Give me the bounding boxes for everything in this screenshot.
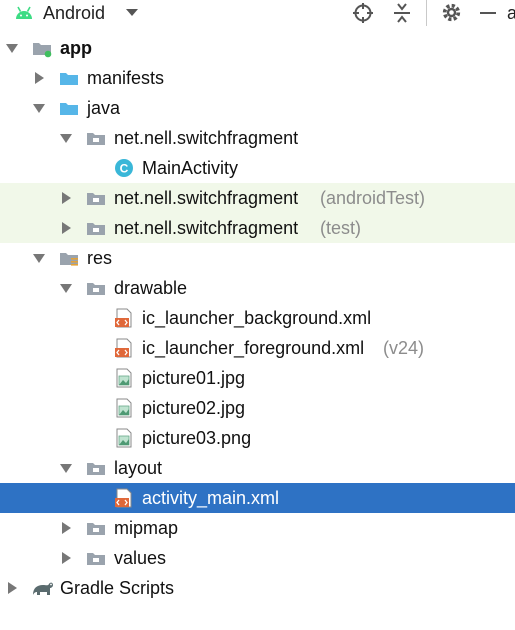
tree-item-label: net.nell.switchfragment — [114, 128, 299, 148]
chevron-down-icon[interactable] — [126, 8, 138, 17]
chevron-down-icon[interactable] — [6, 42, 18, 54]
toolbar-divider — [426, 0, 427, 26]
package-icon — [87, 133, 105, 145]
tree-item-label: MainActivity — [142, 158, 239, 178]
chevron-down-icon[interactable] — [60, 132, 72, 144]
tree-item-package-test[interactable]: net.nell.switchfragment (test) — [0, 213, 515, 243]
chevron-down-icon[interactable] — [33, 102, 45, 114]
android-icon — [16, 6, 32, 19]
tree-item-label: ic_launcher_foreground.xml — [142, 338, 365, 358]
tree-item-package[interactable]: net.nell.switchfragment — [0, 123, 515, 153]
package-icon — [87, 523, 105, 535]
tree-item-label: picture03.png — [142, 428, 252, 448]
tree-item-label: activity_main.xml — [142, 488, 280, 508]
chevron-right-icon[interactable] — [60, 192, 72, 204]
image-file-icon — [116, 428, 132, 448]
gear-icon[interactable] — [441, 2, 462, 23]
chevron-down-icon[interactable] — [60, 462, 72, 474]
view-selector-label[interactable]: Android — [43, 3, 105, 23]
tree-item-values[interactable]: values — [0, 543, 515, 573]
tree-item-label: picture01.jpg — [142, 368, 246, 388]
tree-item-res[interactable]: res — [0, 243, 515, 273]
tree-item-picture01[interactable]: picture01.jpg — [0, 363, 515, 393]
collapse-all-icon[interactable] — [392, 3, 412, 23]
svg-text:C: C — [120, 162, 129, 176]
chevron-right-icon[interactable] — [60, 552, 72, 564]
tree-item-label: mipmap — [114, 518, 179, 538]
chevron-down-icon[interactable] — [60, 282, 72, 294]
module-folder-icon — [33, 43, 52, 58]
tree-item-suffix: (androidTest) — [320, 188, 426, 208]
xml-file-icon — [115, 308, 132, 328]
tree-item-label: picture02.jpg — [142, 398, 246, 418]
package-icon — [87, 553, 105, 565]
tree-item-package-androidtest[interactable]: net.nell.switchfragment (androidTest) — [0, 183, 515, 213]
tree-item-drawable[interactable]: drawable — [0, 273, 515, 303]
tree-item-suffix: (test) — [320, 218, 362, 238]
tree-item-picture03[interactable]: picture03.png — [0, 423, 515, 453]
package-icon — [87, 463, 105, 475]
package-icon — [87, 283, 105, 295]
xml-file-icon — [115, 488, 132, 508]
folder-icon — [60, 103, 78, 115]
gradle-icon — [33, 582, 53, 595]
tree-item-app[interactable]: app — [0, 33, 515, 63]
tree-item-label: app — [60, 38, 93, 58]
tree-item-manifests[interactable]: manifests — [0, 63, 515, 93]
chevron-right-icon[interactable] — [60, 222, 72, 234]
tree-item-label: net.nell.switchfragment — [114, 218, 299, 238]
tree-item-activity-main[interactable]: activity_main.xml — [0, 483, 515, 513]
tree-item-mainactivity[interactable]: C MainActivity — [0, 153, 515, 183]
folder-icon — [60, 73, 78, 85]
tree-item-label: net.nell.switchfragment — [114, 188, 299, 208]
image-file-icon — [116, 398, 132, 418]
tree-item-label: drawable — [114, 278, 188, 298]
tree-item-label: Gradle Scripts — [60, 578, 175, 598]
chevron-right-icon[interactable] — [6, 582, 18, 594]
package-icon — [87, 193, 105, 205]
chevron-right-icon[interactable] — [33, 72, 45, 84]
resource-folder-icon — [60, 253, 78, 266]
project-toolbar: Android a — [0, 0, 515, 27]
tree-item-label: layout — [114, 458, 163, 478]
tree-item-label: java — [87, 98, 121, 118]
truncated-text: a — [507, 3, 515, 23]
tree-item-java[interactable]: java — [0, 93, 515, 123]
minimize-icon[interactable] — [480, 12, 496, 14]
tree-item-picture02[interactable]: picture02.jpg — [0, 393, 515, 423]
tree-item-mipmap[interactable]: mipmap — [0, 513, 515, 543]
tree-item-ic-launcher-foreground[interactable]: ic_launcher_foreground.xml (v24) — [0, 333, 515, 363]
chevron-down-icon[interactable] — [33, 252, 45, 264]
tree-item-layout[interactable]: layout — [0, 453, 515, 483]
tree-item-label: ic_launcher_background.xml — [142, 308, 372, 328]
class-icon: C — [115, 159, 133, 177]
chevron-right-icon[interactable] — [60, 522, 72, 534]
tree-item-suffix: (v24) — [383, 338, 425, 358]
image-file-icon — [116, 368, 132, 388]
package-icon — [87, 223, 105, 235]
tree-item-label: res — [87, 248, 113, 268]
tree-item-ic-launcher-background[interactable]: ic_launcher_background.xml — [0, 303, 515, 333]
locate-target-icon[interactable] — [353, 3, 373, 23]
tree-item-gradle-scripts[interactable]: Gradle Scripts — [0, 573, 515, 603]
xml-file-icon — [115, 338, 132, 358]
tree-item-label: values — [114, 548, 167, 568]
tree-item-label: manifests — [87, 68, 165, 88]
